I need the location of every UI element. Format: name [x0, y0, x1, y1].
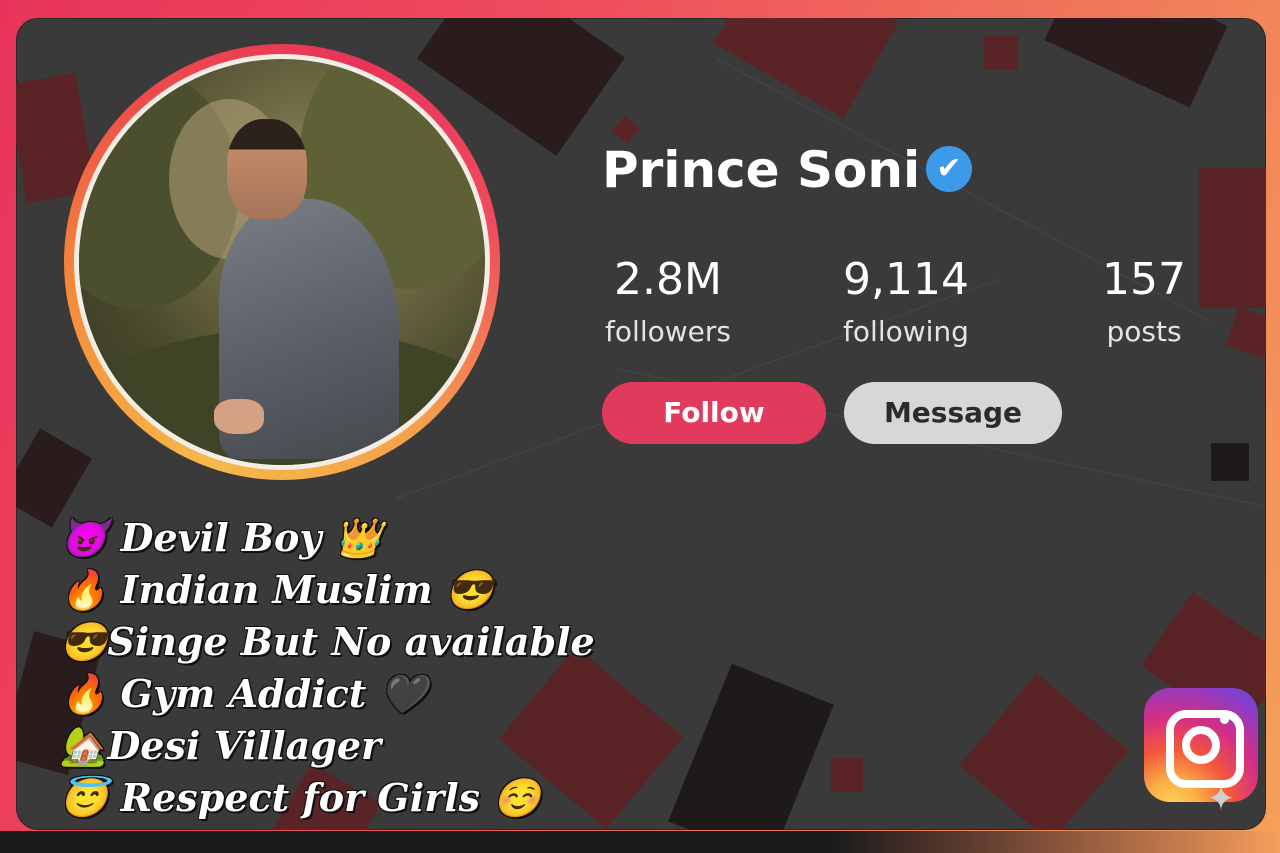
bio-line: 🔥 Indian Muslim 😎: [60, 567, 494, 612]
bg-shape: [959, 673, 1129, 830]
bg-shape: [831, 758, 863, 792]
bg-shape: [713, 18, 899, 119]
bg-shape: [1044, 18, 1228, 108]
bg-shape: [1211, 443, 1249, 481]
following-label: following: [843, 315, 969, 348]
avatar[interactable]: [79, 59, 485, 465]
avatar-story-ring[interactable]: [64, 44, 500, 480]
posts-label: posts: [1106, 315, 1182, 348]
person-head: [227, 119, 307, 219]
bg-shape: [984, 36, 1018, 70]
bio: 😈 Devil Boy 👑 🔥 Indian Muslim 😎 😎Singe B…: [60, 512, 595, 824]
stat-followers[interactable]: 2.8M followers: [588, 254, 748, 352]
stat-posts[interactable]: 157 posts: [1064, 254, 1224, 352]
bio-line: 🏡Desi Villager: [60, 723, 382, 768]
camera-flash-dot: [1220, 715, 1229, 724]
bio-line: 🔥 Gym Addict 🖤: [60, 671, 427, 716]
follow-button[interactable]: Follow: [602, 382, 826, 444]
stat-following[interactable]: 9,114 following: [826, 254, 986, 352]
bio-line: 😇 Respect for Girls ☺️: [60, 775, 541, 820]
message-button[interactable]: Message: [844, 382, 1062, 444]
profile-name: Prince Soni: [602, 141, 921, 199]
followers-count: 2.8M: [614, 254, 722, 305]
followers-label: followers: [605, 315, 731, 348]
instagram-logo-icon: [1144, 688, 1258, 802]
bg-shape: [668, 663, 834, 830]
person-hand: [214, 399, 264, 434]
bio-line: 😎Singe But No available: [60, 619, 595, 664]
sparkle-icon: ✦: [1206, 779, 1236, 819]
gradient-frame: Prince Soni ✔ 2.8M followers 9,114 follo…: [0, 0, 1280, 853]
bio-line: 😈 Devil Boy 👑: [60, 515, 382, 560]
following-count: 9,114: [843, 254, 969, 305]
profile-card: Prince Soni ✔ 2.8M followers 9,114 follo…: [16, 18, 1266, 830]
bg-shape: [1225, 307, 1266, 359]
camera-lens-shape: [1182, 726, 1220, 764]
posts-count: 157: [1102, 254, 1186, 305]
avatar-border: [74, 54, 490, 470]
verified-badge-icon: ✔: [926, 146, 972, 192]
